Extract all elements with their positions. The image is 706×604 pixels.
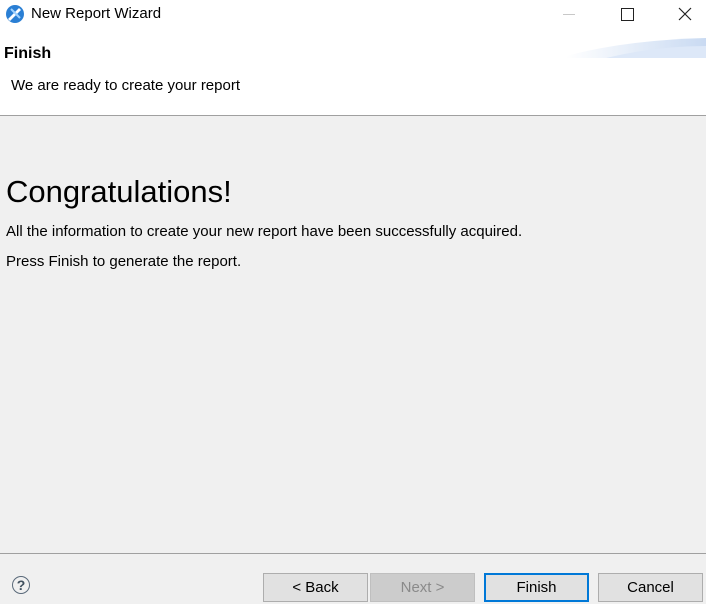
banner-graphic <box>566 38 706 58</box>
page-heading: Finish <box>4 45 52 62</box>
next-button[interactable]: Next > <box>370 573 475 602</box>
wizard-window: New Report Wizard Finish We are ready to… <box>0 0 706 604</box>
window-title: New Report Wizard <box>31 5 162 22</box>
maximize-icon <box>620 7 634 21</box>
instruction-message: Press Finish to generate the report. <box>6 253 242 270</box>
finish-button[interactable]: Finish <box>484 573 589 602</box>
page-description: We are ready to create your report <box>11 77 240 94</box>
back-button[interactable]: < Back <box>263 573 368 602</box>
info-message: All the information to create your new r… <box>6 223 523 240</box>
wizard-content: Congratulations! All the information to … <box>0 116 706 553</box>
wizard-header: Finish We are ready to create your repor… <box>0 28 706 115</box>
title-bar[interactable]: New Report Wizard <box>0 0 706 28</box>
cancel-button[interactable]: Cancel <box>598 573 703 602</box>
minimize-icon <box>563 13 575 15</box>
congratulations-heading: Congratulations! <box>6 174 232 209</box>
maximize-button[interactable] <box>604 0 650 28</box>
minimize-button[interactable] <box>546 0 592 28</box>
app-icon <box>6 5 24 23</box>
button-bar: ? < Back Next > Finish Cancel <box>0 554 706 604</box>
close-icon <box>678 7 692 21</box>
close-button[interactable] <box>662 0 706 28</box>
help-icon[interactable]: ? <box>12 576 30 594</box>
